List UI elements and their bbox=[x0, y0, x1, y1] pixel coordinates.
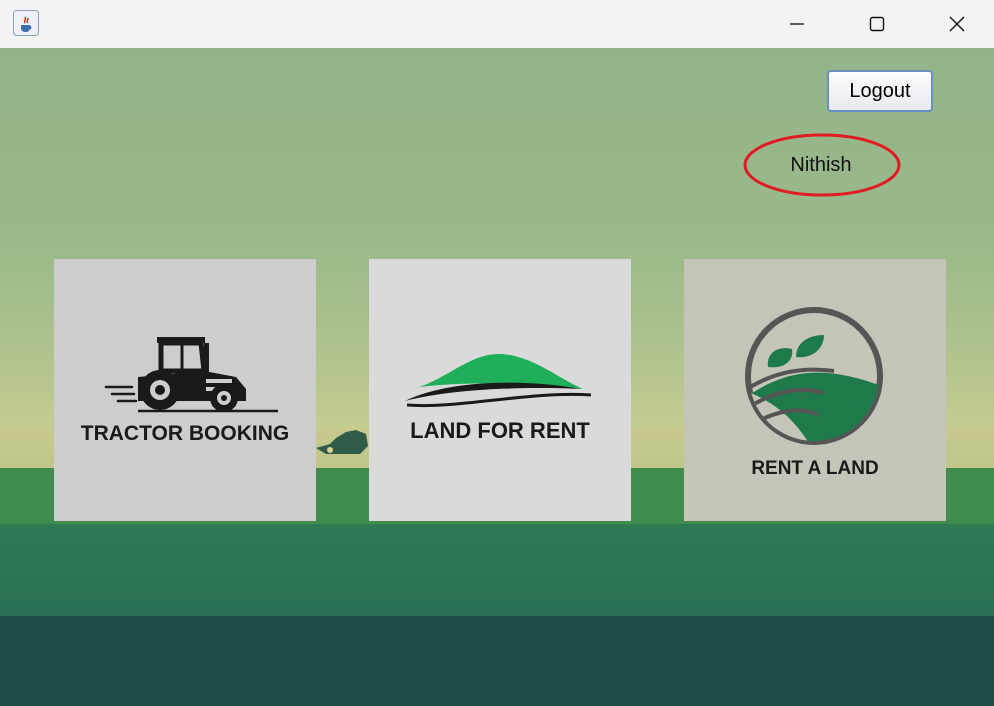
tractor-icon bbox=[104, 337, 278, 413]
maximize-icon bbox=[869, 16, 885, 32]
java-cup-icon bbox=[13, 10, 39, 36]
tractor-silhouette-icon bbox=[316, 430, 368, 454]
hill-icon bbox=[405, 353, 592, 408]
rent-a-land-label: RENT A LAND bbox=[751, 458, 879, 479]
close-icon bbox=[949, 16, 965, 32]
logout-button[interactable]: Logout bbox=[827, 70, 933, 112]
land-for-rent-card[interactable]: LAND FOR RENT bbox=[369, 259, 631, 521]
username-label: Nithish bbox=[790, 153, 852, 176]
land-for-rent-label: LAND FOR RENT bbox=[410, 418, 590, 443]
rent-a-land-card[interactable]: RENT A LAND bbox=[684, 259, 946, 521]
title-bar bbox=[0, 0, 994, 48]
username-highlight: Nithish bbox=[743, 133, 903, 199]
tractor-booking-label: TRACTOR BOOKING bbox=[80, 422, 290, 445]
minimize-button[interactable] bbox=[757, 0, 837, 48]
field-leaf-icon bbox=[745, 307, 883, 445]
minimize-icon bbox=[790, 23, 804, 25]
ground-field bbox=[0, 524, 994, 619]
maximize-button[interactable] bbox=[837, 0, 917, 48]
tractor-booking-card[interactable]: TRACTOR BOOKING bbox=[54, 259, 316, 521]
close-button[interactable] bbox=[917, 0, 994, 48]
ground-dark bbox=[0, 616, 994, 706]
